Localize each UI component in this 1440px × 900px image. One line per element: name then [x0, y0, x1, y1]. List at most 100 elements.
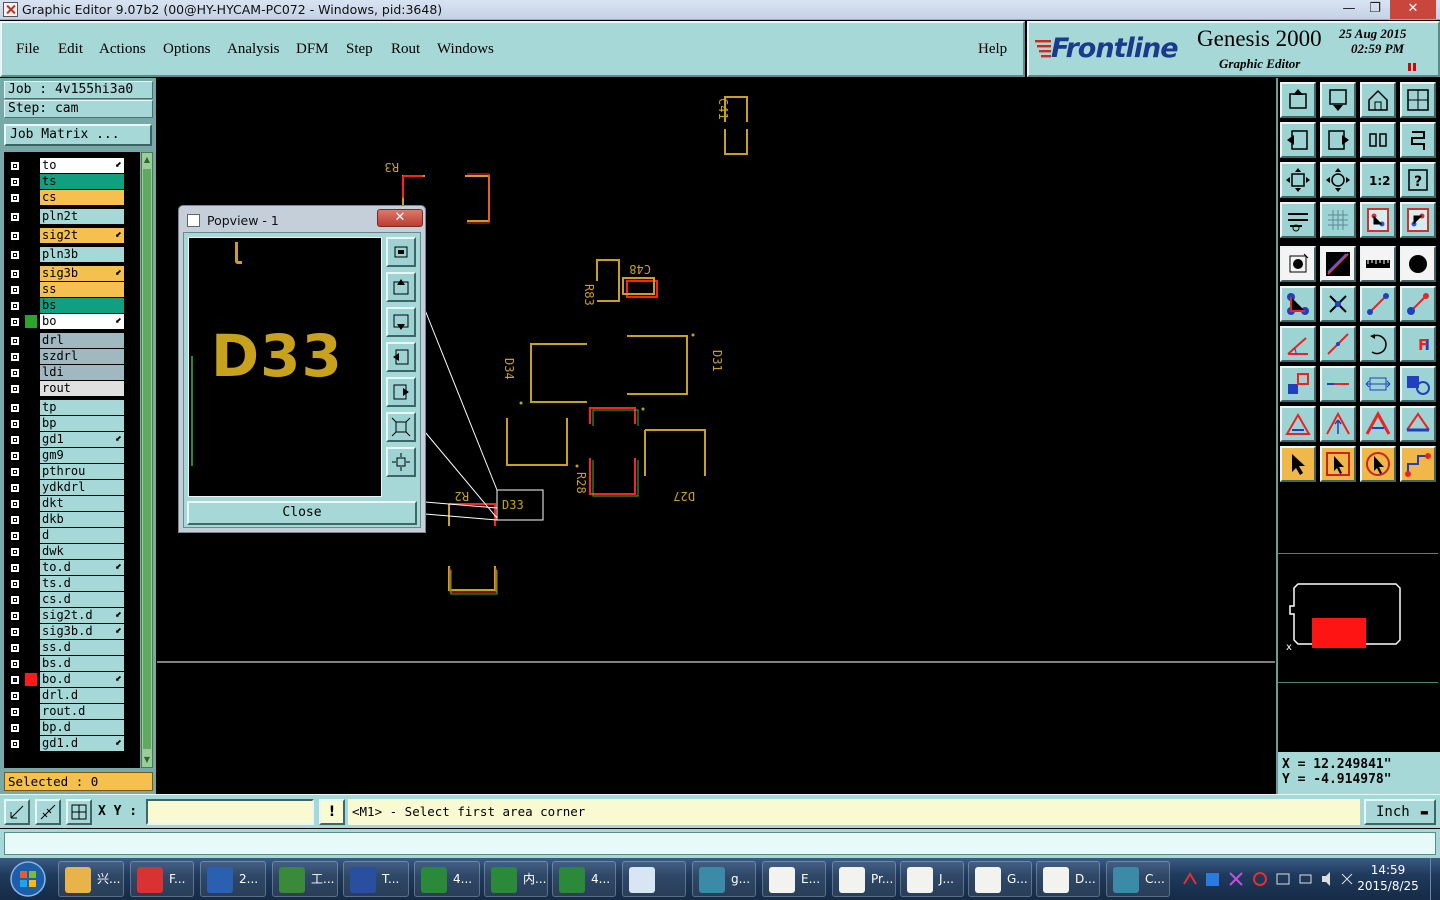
- popview-pan-left-button[interactable]: [386, 342, 416, 372]
- taskbar-item[interactable]: T...: [343, 861, 409, 897]
- layer-row[interactable]: sig2t ⬋: [4, 228, 140, 243]
- pointer-select-button[interactable]: [1320, 446, 1356, 482]
- layer-checkbox[interactable]: [10, 691, 20, 701]
- layer-row[interactable]: rout.d: [4, 704, 140, 719]
- scroll-down-icon[interactable]: ▼: [143, 754, 151, 766]
- layer-display-button[interactable]: [1360, 202, 1396, 238]
- layer-row[interactable]: pln3b: [4, 247, 140, 262]
- pan-right-button[interactable]: [1320, 122, 1356, 158]
- taskbar-item[interactable]: Pr...: [832, 861, 896, 897]
- layer-name[interactable]: pthrou: [40, 464, 124, 479]
- arc-fill-button[interactable]: [1400, 406, 1436, 442]
- layer-name[interactable]: rout.d: [40, 704, 124, 719]
- flip-button[interactable]: [1360, 122, 1396, 158]
- layer-row[interactable]: sig3b.d ⬋: [4, 624, 140, 639]
- layer-row[interactable]: bs: [4, 298, 140, 313]
- measure-button[interactable]: [35, 799, 61, 825]
- taskbar-item[interactable]: 兴...: [58, 861, 124, 897]
- split-view-button[interactable]: [1400, 82, 1436, 118]
- alert-icon[interactable]: !: [319, 799, 345, 825]
- layer-checkbox[interactable]: [10, 212, 20, 222]
- layer-checkbox[interactable]: [10, 435, 20, 445]
- layer-checkbox[interactable]: [10, 231, 20, 241]
- layer-row[interactable]: ydkdrl: [4, 480, 140, 495]
- layer-checkbox[interactable]: [10, 467, 20, 477]
- layer-row[interactable]: ss: [4, 282, 140, 297]
- layer-name[interactable]: bo.d: [40, 672, 124, 687]
- taskbar-item[interactable]: 2...: [200, 861, 266, 897]
- layer-row[interactable]: gd1.d ⬋: [4, 736, 140, 751]
- grid-view-button[interactable]: [1320, 202, 1356, 238]
- zoom-home-button[interactable]: [1320, 162, 1356, 198]
- rotate-button[interactable]: [1360, 326, 1396, 362]
- route-button[interactable]: [1400, 446, 1436, 482]
- layer-name[interactable]: bs: [40, 298, 124, 313]
- layer-row[interactable]: drl.d: [4, 688, 140, 703]
- midline-button[interactable]: [1320, 366, 1356, 402]
- layer-checkbox[interactable]: [10, 739, 20, 749]
- menu-step[interactable]: Step: [346, 41, 373, 58]
- layer-checkbox[interactable]: [10, 177, 20, 187]
- menu-rout[interactable]: Rout: [391, 41, 420, 58]
- layer-row[interactable]: bo ⬋: [4, 314, 140, 329]
- taskbar-item[interactable]: C...: [1106, 861, 1170, 897]
- popview-close-x-button[interactable]: ✕: [377, 209, 423, 227]
- menu-help[interactable]: Help: [978, 41, 1007, 58]
- taskbar-item[interactable]: 4...: [414, 861, 480, 897]
- taskbar-item[interactable]: E...: [762, 861, 826, 897]
- start-button[interactable]: [2, 859, 54, 899]
- layer-name[interactable]: gd1: [40, 432, 124, 447]
- popview-close-button[interactable]: Close: [187, 501, 417, 525]
- taskbar-item[interactable]: 内...: [484, 861, 548, 897]
- select-feature-button[interactable]: [1280, 246, 1316, 282]
- open-job-button[interactable]: [1280, 82, 1316, 118]
- layer-checkbox[interactable]: [10, 627, 20, 637]
- layer-checkbox[interactable]: [10, 547, 20, 557]
- home-view-button[interactable]: [1360, 82, 1396, 118]
- layer-row[interactable]: sig2t.d ⬋: [4, 608, 140, 623]
- layer-checkbox[interactable]: [10, 161, 20, 171]
- layer-row[interactable]: pthrou: [4, 464, 140, 479]
- taskbar-item[interactable]: [622, 861, 686, 897]
- stretch-button[interactable]: [1360, 366, 1396, 402]
- job-matrix-button[interactable]: Job Matrix ...: [4, 124, 152, 146]
- minimize-button[interactable]: —: [1336, 0, 1362, 19]
- taskbar-item[interactable]: 4...: [552, 861, 616, 897]
- layer-checkbox[interactable]: [10, 515, 20, 525]
- layer-checkbox[interactable]: [10, 285, 20, 295]
- taskbar-item[interactable]: 工...: [272, 861, 338, 897]
- snap-button[interactable]: [4, 799, 30, 825]
- layer-row[interactable]: gd1 ⬋: [4, 432, 140, 447]
- xy-input[interactable]: [146, 799, 314, 825]
- layer-name[interactable]: sig2t.d: [40, 608, 124, 623]
- popview-canvas[interactable]: D33: [188, 237, 382, 497]
- popview-zoom-out-button[interactable]: [386, 447, 416, 477]
- layer-name[interactable]: tp: [40, 400, 124, 415]
- scroll-thumb[interactable]: [143, 169, 151, 749]
- layer-name[interactable]: gm9: [40, 448, 124, 463]
- layer-checkbox[interactable]: [10, 611, 20, 621]
- angle-button[interactable]: [1280, 326, 1316, 362]
- layer-checkbox[interactable]: [10, 499, 20, 509]
- layer-name[interactable]: szdrl: [40, 349, 124, 364]
- layer-list-scrollbar[interactable]: ▲ ▼: [141, 152, 153, 768]
- layer-name[interactable]: bo: [40, 314, 124, 329]
- layer-row[interactable]: to.d ⬋: [4, 560, 140, 575]
- popview-pan-down-button[interactable]: [386, 307, 416, 337]
- layer-row[interactable]: d: [4, 528, 140, 543]
- layer-name[interactable]: drl.d: [40, 688, 124, 703]
- taskbar-item[interactable]: g...: [692, 861, 756, 897]
- zoom-fit-button[interactable]: [1280, 162, 1316, 198]
- layer-row[interactable]: ldi: [4, 365, 140, 380]
- layer-name[interactable]: to: [40, 158, 124, 173]
- layer-name[interactable]: ss.d: [40, 640, 124, 655]
- layer-row[interactable]: tp: [4, 400, 140, 415]
- layer-name[interactable]: dkt: [40, 496, 124, 511]
- arrow-up-button[interactable]: [1320, 406, 1356, 442]
- layer-name[interactable]: bp.d: [40, 720, 124, 735]
- menu-windows[interactable]: Windows: [437, 41, 494, 58]
- layer-checkbox[interactable]: [10, 723, 20, 733]
- layer-name[interactable]: dwk: [40, 544, 124, 559]
- show-desktop-button[interactable]: [1430, 858, 1440, 900]
- tray-icons[interactable]: [1180, 870, 1356, 888]
